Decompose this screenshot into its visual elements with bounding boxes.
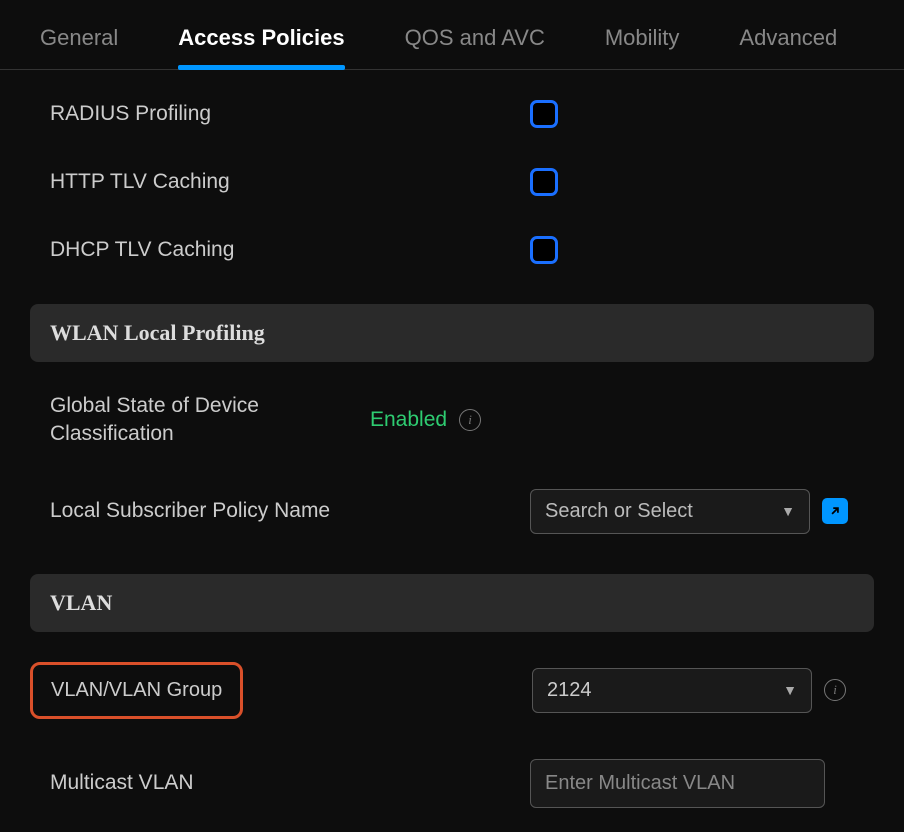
input-multicast-vlan[interactable] xyxy=(530,759,825,808)
section-vlan: VLAN xyxy=(30,574,874,632)
highlight-vlan-group: VLAN/VLAN Group xyxy=(30,662,243,719)
section-wlan-local-profiling: WLAN Local Profiling xyxy=(30,304,874,362)
select-local-subscriber-value: Search or Select xyxy=(545,500,693,523)
info-icon[interactable]: i xyxy=(824,679,846,701)
label-vlan-group: VLAN/VLAN Group xyxy=(51,679,222,701)
label-local-subscriber: Local Subscriber Policy Name xyxy=(50,499,530,523)
tab-qos-avc[interactable]: QOS and AVC xyxy=(375,0,575,69)
row-radius-profiling: RADIUS Profiling xyxy=(30,100,874,128)
row-multicast-vlan: Multicast VLAN xyxy=(30,759,874,808)
row-global-state: Global State of Device Classification En… xyxy=(30,392,874,449)
select-vlan-group-value: 2124 xyxy=(547,679,592,702)
tab-advanced[interactable]: Advanced xyxy=(709,0,867,69)
label-multicast-vlan: Multicast VLAN xyxy=(50,771,530,795)
row-dhcp-tlv-caching: DHCP TLV Caching xyxy=(30,236,874,264)
select-local-subscriber[interactable]: Search or Select ▼ xyxy=(530,489,810,534)
checkbox-http-tlv-caching[interactable] xyxy=(530,168,558,196)
external-link-icon[interactable] xyxy=(822,498,848,524)
tab-bar: General Access Policies QOS and AVC Mobi… xyxy=(0,0,904,70)
value-global-state: Enabled xyxy=(370,408,447,432)
label-dhcp-tlv-caching: DHCP TLV Caching xyxy=(50,238,530,262)
tab-general[interactable]: General xyxy=(10,0,148,69)
label-global-state: Global State of Device Classification xyxy=(50,392,370,449)
row-vlan-group: VLAN/VLAN Group 2124 ▼ i xyxy=(32,662,874,719)
tab-mobility[interactable]: Mobility xyxy=(575,0,710,69)
label-radius-profiling: RADIUS Profiling xyxy=(50,102,530,126)
tab-content: RADIUS Profiling HTTP TLV Caching DHCP T… xyxy=(0,70,904,808)
label-http-tlv-caching: HTTP TLV Caching xyxy=(50,170,530,194)
select-vlan-group[interactable]: 2124 ▼ xyxy=(532,668,812,713)
info-icon[interactable]: i xyxy=(459,409,481,431)
chevron-down-icon: ▼ xyxy=(783,682,797,698)
row-http-tlv-caching: HTTP TLV Caching xyxy=(30,168,874,196)
checkbox-radius-profiling[interactable] xyxy=(530,100,558,128)
checkbox-dhcp-tlv-caching[interactable] xyxy=(530,236,558,264)
tab-access-policies[interactable]: Access Policies xyxy=(148,0,374,69)
chevron-down-icon: ▼ xyxy=(781,503,795,519)
row-local-subscriber: Local Subscriber Policy Name Search or S… xyxy=(30,489,874,534)
